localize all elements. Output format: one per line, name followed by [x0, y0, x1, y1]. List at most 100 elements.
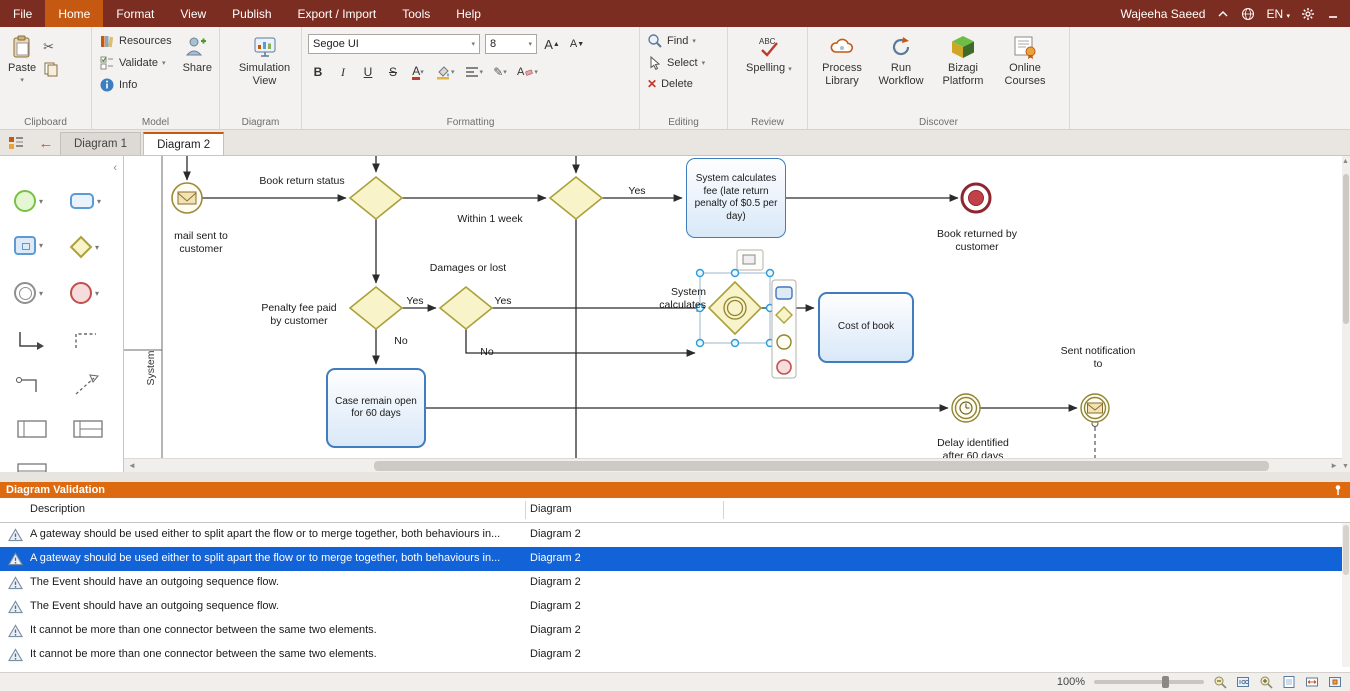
- palette-end-event[interactable]: ▾: [70, 282, 99, 304]
- info-button[interactable]: Info: [96, 75, 175, 95]
- online-courses-button[interactable]: Online Courses: [996, 31, 1054, 90]
- resize-handle[interactable]: [765, 268, 775, 278]
- task-system-calculates-fee[interactable]: System calculates fee (late return penal…: [686, 158, 786, 238]
- label-system-calculates[interactable]: System calculates: [640, 286, 706, 311]
- zoom-in-icon[interactable]: [1259, 675, 1273, 689]
- underline-button[interactable]: U: [358, 62, 378, 82]
- gear-icon[interactable]: [1301, 7, 1315, 21]
- label-yes[interactable]: Yes: [488, 295, 518, 308]
- label-delay-identified[interactable]: Delay identified after 60 days: [930, 437, 1016, 458]
- palette-gateway[interactable]: ▾: [69, 235, 99, 259]
- scroll-right-icon[interactable]: ►: [1330, 461, 1338, 470]
- format-painter-button[interactable]: A ▾: [515, 62, 540, 82]
- quick-add-task[interactable]: [775, 286, 793, 300]
- run-workflow-button[interactable]: Run Workflow: [872, 31, 930, 90]
- menu-home[interactable]: Home: [45, 0, 104, 27]
- scroll-left-icon[interactable]: ◄: [128, 461, 136, 470]
- scrollbar-thumb[interactable]: [1343, 174, 1349, 324]
- resize-handle[interactable]: [695, 338, 705, 348]
- back-button[interactable]: ←: [34, 132, 58, 154]
- line-style-button[interactable]: ✎ ▾: [490, 62, 510, 82]
- palette-pool[interactable]: [16, 418, 48, 440]
- label-yes[interactable]: Yes: [400, 295, 430, 308]
- bold-button[interactable]: B: [308, 62, 328, 82]
- column-header-description[interactable]: Description: [30, 503, 85, 515]
- model-overview-button[interactable]: [4, 132, 28, 154]
- validation-scrollbar[interactable]: [1342, 523, 1350, 667]
- column-header-diagram[interactable]: Diagram: [530, 503, 572, 515]
- palette-intermediate-event[interactable]: ▾: [14, 282, 43, 304]
- palette-sequence-flow[interactable]: [16, 328, 46, 354]
- canvas-horizontal-scrollbar[interactable]: ◄ ►: [124, 458, 1342, 472]
- tab-diagram-1[interactable]: Diagram 1: [60, 132, 142, 155]
- fit-width-icon[interactable]: [1305, 675, 1319, 689]
- fill-color-button[interactable]: ▾: [433, 62, 457, 82]
- label-sent-notification[interactable]: Sent notification to: [1060, 345, 1136, 370]
- quick-add-end-event[interactable]: [776, 359, 792, 375]
- pan-mode-icon[interactable]: [1328, 675, 1342, 689]
- palette-subprocess[interactable]: ▾: [14, 236, 43, 255]
- font-name-combo[interactable]: Segoe UI ▾: [308, 34, 480, 54]
- validation-row[interactable]: It cannot be more than one connector bet…: [0, 619, 1350, 643]
- validation-row[interactable]: A gateway should be used either to split…: [0, 523, 1350, 547]
- delete-button[interactable]: ✕ Delete: [644, 75, 723, 93]
- scroll-down-icon[interactable]: ▼: [1342, 463, 1349, 470]
- label-damages-or-lost[interactable]: Damages or lost: [420, 262, 516, 275]
- spelling-button[interactable]: ABC Spelling ▾: [742, 31, 796, 78]
- tab-diagram-2[interactable]: Diagram 2: [143, 132, 225, 155]
- pick-tool-popup[interactable]: [736, 249, 764, 271]
- process-library-button[interactable]: Process Library: [812, 31, 872, 90]
- gateway-penalty-fee[interactable]: [348, 285, 404, 331]
- language-selector[interactable]: EN ▾: [1266, 7, 1290, 21]
- gateway-within-week[interactable]: [548, 175, 604, 221]
- grow-font-button[interactable]: A ▲: [542, 34, 562, 54]
- scrollbar-thumb[interactable]: [1343, 525, 1349, 575]
- scrollbar-thumb[interactable]: [374, 461, 1269, 471]
- minimize-icon[interactable]: [1326, 7, 1340, 21]
- resize-handle[interactable]: [730, 338, 740, 348]
- pin-icon[interactable]: [1332, 484, 1344, 496]
- zoom-slider-thumb[interactable]: [1162, 676, 1170, 688]
- fit-page-icon[interactable]: [1282, 675, 1296, 689]
- font-color-button[interactable]: A ▾: [408, 62, 428, 82]
- resize-handle[interactable]: [730, 268, 740, 278]
- menu-publish[interactable]: Publish: [219, 0, 284, 27]
- palette-message-flow[interactable]: [14, 372, 46, 398]
- event-gateway-selected[interactable]: [707, 280, 763, 336]
- copy-button[interactable]: [40, 59, 62, 79]
- validation-row[interactable]: The Event should have an outgoing sequen…: [0, 571, 1350, 595]
- menu-export-import[interactable]: Export / Import: [285, 0, 390, 27]
- message-event[interactable]: [1080, 393, 1110, 423]
- select-button[interactable]: Select ▾: [644, 53, 723, 73]
- label-book-returned[interactable]: Book returned by customer: [934, 228, 1020, 253]
- label-within-1-week[interactable]: Within 1 week: [448, 213, 532, 226]
- globe-icon[interactable]: [1241, 7, 1255, 21]
- task-case-remain-open[interactable]: Case remain open for 60 days: [326, 368, 426, 448]
- validation-row[interactable]: The Event should have an outgoing sequen…: [0, 595, 1350, 619]
- validation-row[interactable]: It cannot be more than one connector bet…: [0, 643, 1350, 667]
- quick-add-event[interactable]: [776, 334, 792, 350]
- resize-handle[interactable]: [695, 268, 705, 278]
- palette-lane[interactable]: [72, 418, 104, 440]
- zoom-100-icon[interactable]: [1236, 675, 1250, 689]
- panel-splitter[interactable]: [0, 472, 1350, 482]
- message-start-event[interactable]: [171, 182, 203, 214]
- paste-button[interactable]: Paste ▾: [4, 31, 40, 88]
- palette-start-event[interactable]: ▾: [14, 190, 43, 212]
- menu-help[interactable]: Help: [443, 0, 494, 27]
- gateway-book-return[interactable]: [348, 175, 404, 221]
- resources-button[interactable]: Resources: [96, 31, 175, 51]
- validation-panel-header[interactable]: Diagram Validation: [0, 482, 1350, 498]
- label-no[interactable]: No: [386, 335, 416, 348]
- menu-tools[interactable]: Tools: [389, 0, 443, 27]
- validate-button[interactable]: Validate ▾: [96, 53, 175, 73]
- label-yes[interactable]: Yes: [622, 185, 652, 198]
- user-name[interactable]: Wajeeha Saeed: [1121, 7, 1206, 21]
- validation-row-selected[interactable]: A gateway should be used either to split…: [0, 547, 1350, 571]
- end-event-terminate[interactable]: [960, 182, 992, 214]
- collapse-palette-icon[interactable]: ‹: [113, 162, 117, 174]
- simulation-view-button[interactable]: Simulation View: [232, 31, 297, 90]
- bizagi-platform-button[interactable]: Bizagi Platform: [930, 31, 996, 90]
- find-button[interactable]: Find ▾: [644, 31, 723, 51]
- lane-label-system[interactable]: System: [145, 338, 157, 398]
